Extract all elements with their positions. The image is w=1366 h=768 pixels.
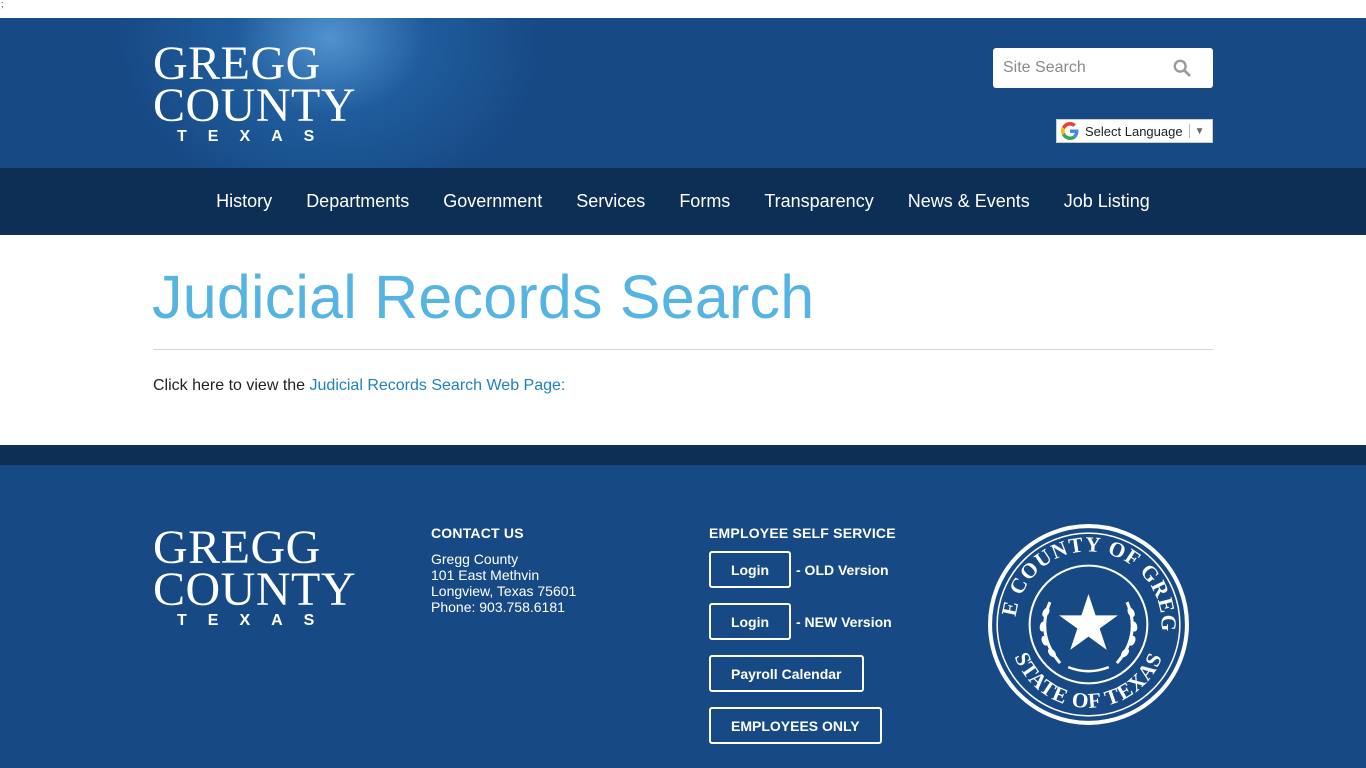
judicial-records-link[interactable]: Judicial Records Search Web Page: — [310, 377, 566, 394]
intro-paragraph: Click here to view the Judicial Records … — [153, 377, 565, 395]
footer-logo[interactable]: GREGG COUNTY TEXAS — [153, 524, 356, 630]
nav-item-services[interactable]: Services — [559, 191, 662, 212]
seal-bottom-text: STATE OF TEXAS — [1010, 649, 1167, 714]
contact-name: Gregg County — [431, 551, 519, 567]
nav-item-news-events[interactable]: News & Events — [891, 191, 1047, 212]
contact-city: Longview, Texas 75601 — [431, 583, 577, 599]
contact-street: 101 East Methvin — [431, 567, 540, 583]
contact-us: CONTACT US Gregg County 101 East Methvin… — [431, 525, 576, 615]
nav-item-history[interactable]: History — [199, 191, 289, 212]
payroll-calendar-button[interactable]: Payroll Calendar — [709, 655, 864, 692]
top-strip: ; — [0, 0, 1366, 18]
search-input[interactable] — [993, 48, 1163, 88]
page-title: Judicial Records Search — [152, 263, 815, 331]
logo-line-3: TEXAS — [177, 128, 336, 145]
logo-line-3: TEXAS — [177, 612, 336, 629]
nav-item-forms[interactable]: Forms — [662, 191, 747, 212]
county-seal: THE COUNTY OF GREGG STATE OF TEXAS — [987, 523, 1189, 725]
stray-mark: ; — [1, 0, 4, 9]
nav-item-transparency[interactable]: Transparency — [747, 191, 890, 212]
nav-item-job-listing[interactable]: Job Listing — [1047, 191, 1167, 212]
contact-phone: Phone: 903.758.6181 — [431, 599, 565, 615]
logo-line-2: COUNTY — [153, 563, 356, 616]
login-new-suffix: - NEW Version — [796, 613, 892, 630]
main-nav: History Departments Government Services … — [0, 168, 1366, 235]
employees-only-button[interactable]: EMPLOYEES ONLY — [709, 707, 882, 744]
nav-item-government[interactable]: Government — [426, 191, 559, 212]
contact-heading: CONTACT US — [431, 525, 524, 541]
chevron-down-icon: ▼ — [1194, 125, 1205, 137]
title-divider — [153, 349, 1213, 350]
svg-text:STATE OF TEXAS: STATE OF TEXAS — [1010, 649, 1168, 714]
logo-line-2: COUNTY — [153, 79, 356, 132]
footer-band — [0, 445, 1366, 465]
site-search — [993, 48, 1213, 88]
site-header: GREGG COUNTY TEXAS Select Language ▼ — [0, 18, 1366, 168]
employee-self-service: EMPLOYEE SELF SERVICE Login - OLD Versio… — [709, 525, 896, 759]
login-new-button[interactable]: Login — [709, 603, 791, 640]
login-old-button[interactable]: Login — [709, 551, 791, 588]
star-icon — [1059, 594, 1118, 650]
nav-item-departments[interactable]: Departments — [289, 191, 426, 212]
google-icon — [1061, 122, 1079, 140]
intro-text: Click here to view the — [153, 377, 310, 394]
login-old-suffix: - OLD Version — [796, 561, 889, 578]
ess-heading: EMPLOYEE SELF SERVICE — [709, 525, 896, 541]
language-selector[interactable]: Select Language ▼ — [1056, 119, 1213, 143]
search-icon[interactable] — [1173, 59, 1191, 77]
language-label: Select Language — [1085, 123, 1183, 139]
header-logo[interactable]: GREGG COUNTY TEXAS — [153, 40, 356, 146]
